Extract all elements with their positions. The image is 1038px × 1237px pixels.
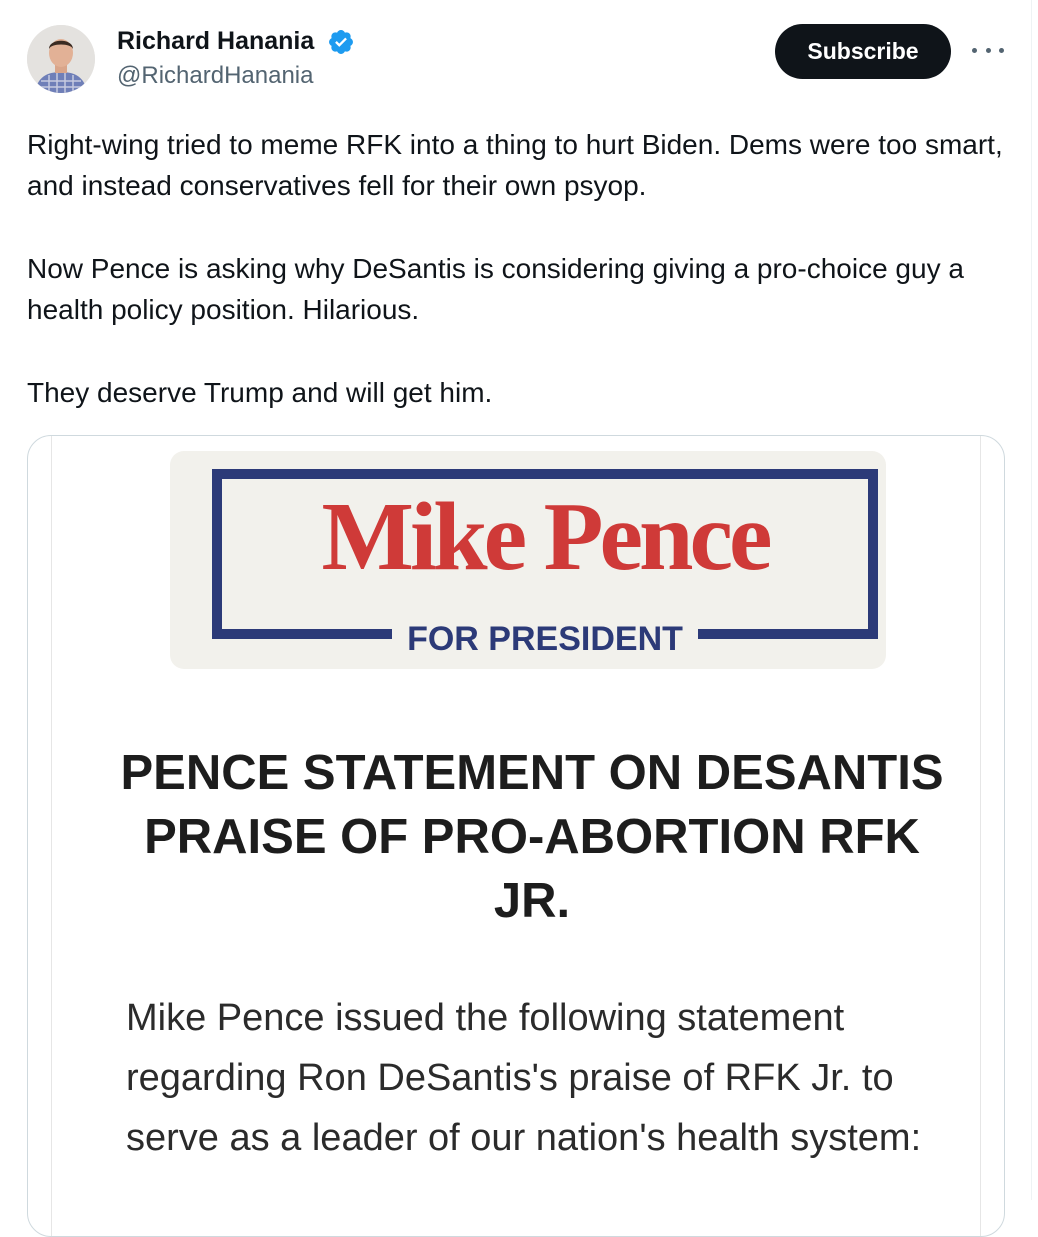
column-divider (1031, 0, 1032, 1200)
tweet-paragraph: Right-wing tried to meme RFK into a thin… (27, 129, 1003, 201)
more-dot (999, 47, 1004, 53)
tweet-paragraph: Now Pence is asking why DeSantis is cons… (27, 253, 964, 325)
subscribe-button[interactable]: Subscribe (775, 24, 951, 79)
tweet-text: Right-wing tried to meme RFK into a thin… (27, 124, 1017, 455)
tweet-media-card[interactable]: Mike Pence FOR PRESIDENT PENCE STATEMENT… (27, 435, 1005, 1237)
logo-name: Mike Pence (321, 483, 772, 591)
statement-body: Mike Pence issued the following statemen… (126, 997, 922, 1159)
more-dot (972, 47, 977, 53)
avatar[interactable] (27, 25, 95, 93)
display-name[interactable]: Richard Hanania (117, 27, 314, 56)
more-dot (985, 47, 991, 53)
verified-badge-icon (329, 30, 353, 54)
avatar-photo-icon (27, 25, 95, 93)
user-handle[interactable]: @RichardHanania (117, 62, 313, 90)
statement-headline: PENCE STATEMENT ON DESANTIS PRAISE OF PR… (120, 746, 944, 928)
tweet-paragraph: They deserve Trump and will get him. (27, 377, 493, 408)
more-horizontal-icon[interactable] (972, 40, 1004, 60)
statement-screenshot: Mike Pence FOR PRESIDENT PENCE STATEMENT… (52, 436, 980, 1236)
logo-subtitle: FOR PRESIDENT (392, 616, 698, 662)
